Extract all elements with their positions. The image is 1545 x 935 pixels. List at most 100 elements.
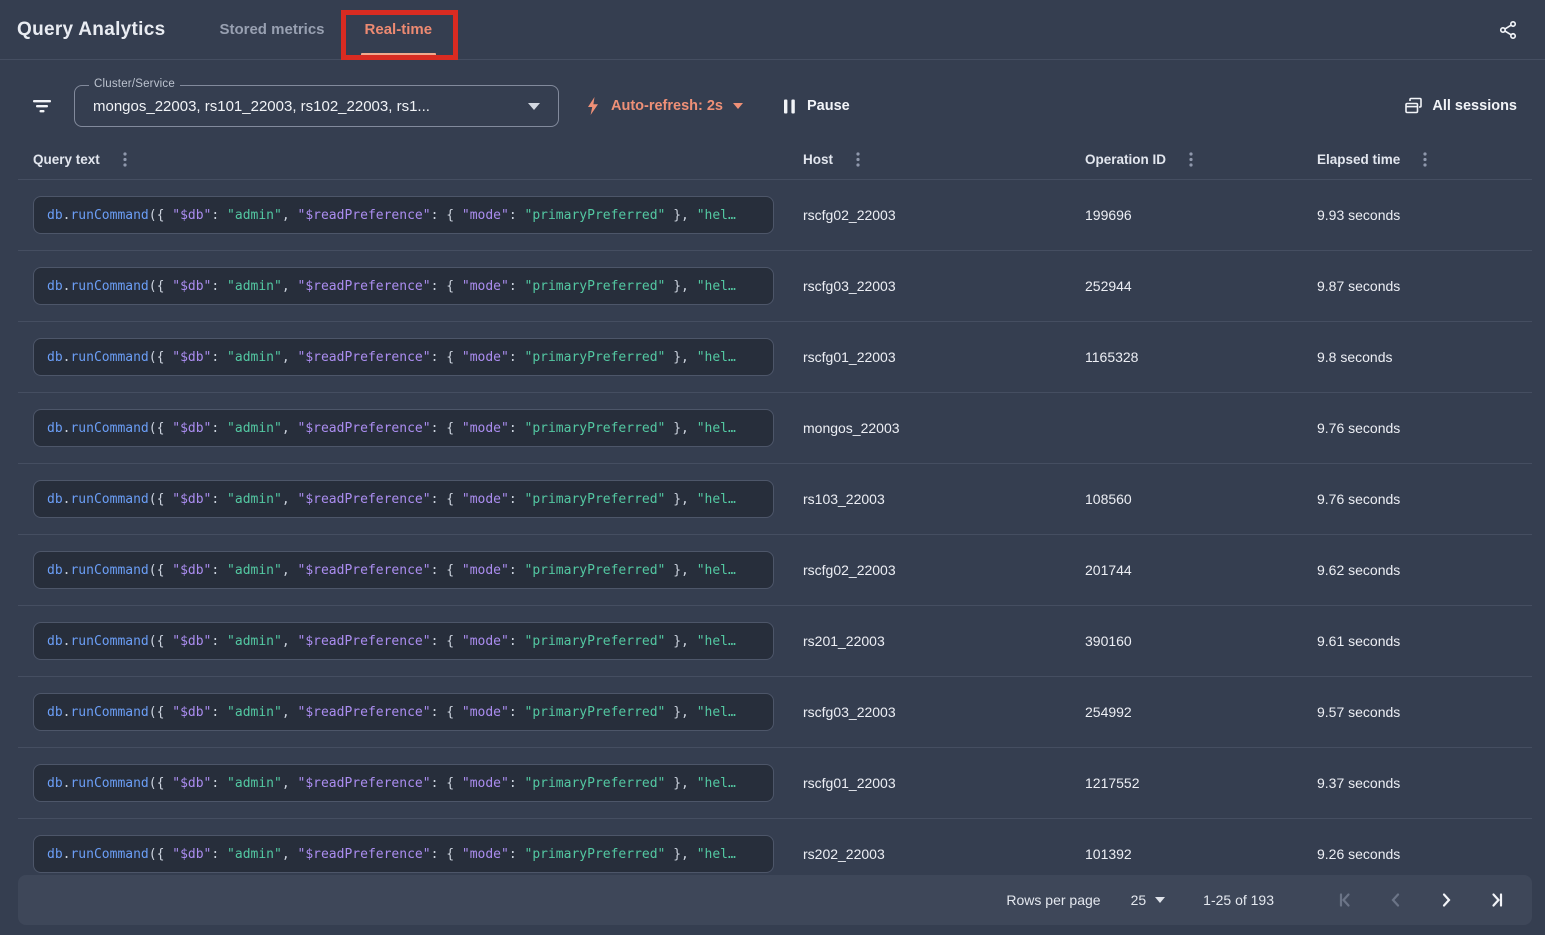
rows-per-page-select[interactable]: 25 (1131, 892, 1166, 908)
pause-button[interactable]: Pause (783, 98, 850, 114)
host-cell: mongos_22003 (803, 420, 1085, 436)
chevron-down-icon (1155, 897, 1165, 903)
query-text-cell: db.runCommand({ "$db": "admin", "$readPr… (33, 480, 803, 518)
query-code[interactable]: db.runCommand({ "$db": "admin", "$readPr… (33, 267, 774, 305)
host-cell: rscfg02_22003 (803, 562, 1085, 578)
next-page-button[interactable] (1432, 886, 1460, 914)
first-page-button[interactable] (1332, 886, 1360, 914)
query-code[interactable]: db.runCommand({ "$db": "admin", "$readPr… (33, 551, 774, 589)
code-token: "mode" (462, 634, 509, 649)
operation-id-cell: 1165328 (1085, 349, 1317, 365)
filter-button[interactable] (28, 94, 56, 118)
operation-id-cell: 252944 (1085, 278, 1317, 294)
code-token: }, (665, 421, 696, 436)
code-token: ({ (149, 563, 172, 578)
table-row[interactable]: db.runCommand({ "$db": "admin", "$readPr… (18, 251, 1532, 322)
query-code[interactable]: db.runCommand({ "$db": "admin", "$readPr… (33, 622, 774, 660)
table-row[interactable]: db.runCommand({ "$db": "admin", "$readPr… (18, 464, 1532, 535)
prev-page-button[interactable] (1382, 886, 1410, 914)
code-token: "$db" (172, 634, 211, 649)
code-token: : (509, 208, 525, 223)
column-menu-icon (856, 152, 860, 167)
table-row[interactable]: db.runCommand({ "$db": "admin", "$readPr… (18, 393, 1532, 464)
query-code[interactable]: db.runCommand({ "$db": "admin", "$readPr… (33, 764, 774, 802)
code-token: "$readPreference" (298, 421, 431, 436)
elapsed-cell: 9.62 seconds (1317, 562, 1532, 578)
code-token: ({ (149, 776, 172, 791)
query-code[interactable]: db.runCommand({ "$db": "admin", "$readPr… (33, 835, 774, 873)
table-row[interactable]: db.runCommand({ "$db": "admin", "$readPr… (18, 606, 1532, 677)
query-text-cell: db.runCommand({ "$db": "admin", "$readPr… (33, 338, 803, 376)
code-token: , (282, 634, 298, 649)
code-token: ({ (149, 350, 172, 365)
query-text-cell: db.runCommand({ "$db": "admin", "$readPr… (33, 409, 803, 447)
code-token: : { (431, 350, 462, 365)
column-menu-button[interactable] (1187, 150, 1195, 169)
elapsed-cell: 9.61 seconds (1317, 633, 1532, 649)
column-menu-button[interactable] (854, 150, 862, 169)
column-menu-button[interactable] (121, 150, 129, 169)
last-page-button[interactable] (1482, 886, 1510, 914)
tab-stored-metrics[interactable]: Stored metrics (202, 0, 348, 59)
code-token: runCommand (70, 634, 148, 649)
query-code[interactable]: db.runCommand({ "$db": "admin", "$readPr… (33, 196, 774, 234)
code-token: . (63, 847, 71, 862)
table-row[interactable]: db.runCommand({ "$db": "admin", "$readPr… (18, 535, 1532, 606)
code-token: . (63, 634, 71, 649)
code-token: "primaryPreferred" (525, 208, 666, 223)
column-header-host: Host (803, 150, 1085, 169)
code-token: : { (431, 279, 462, 294)
code-token: . (63, 776, 71, 791)
code-token: ({ (149, 705, 172, 720)
query-code[interactable]: db.runCommand({ "$db": "admin", "$readPr… (33, 480, 774, 518)
auto-refresh-label: Auto-refresh: 2s (611, 98, 723, 114)
code-token: : { (431, 776, 462, 791)
code-token: "$db" (172, 208, 211, 223)
elapsed-cell: 9.37 seconds (1317, 775, 1532, 791)
table-row[interactable]: db.runCommand({ "$db": "admin", "$readPr… (18, 180, 1532, 251)
code-token: "$readPreference" (298, 847, 431, 862)
rows-per-page-value: 25 (1131, 892, 1147, 908)
elapsed-cell: 9.26 seconds (1317, 846, 1532, 862)
cluster-service-label: Cluster/Service (89, 78, 180, 90)
query-code[interactable]: db.runCommand({ "$db": "admin", "$readPr… (33, 693, 774, 731)
code-token: : (509, 279, 525, 294)
code-token: , (282, 279, 298, 294)
code-token: db (47, 208, 63, 223)
query-code[interactable]: db.runCommand({ "$db": "admin", "$readPr… (33, 338, 774, 376)
code-token: "$readPreference" (298, 776, 431, 791)
cluster-service-select[interactable]: Cluster/Service mongos_22003, rs101_2200… (74, 85, 559, 127)
rows-per-page-label: Rows per page (1006, 892, 1100, 908)
code-token: : (211, 208, 227, 223)
column-menu-icon (1189, 152, 1193, 167)
table-row[interactable]: db.runCommand({ "$db": "admin", "$readPr… (18, 322, 1532, 393)
query-code[interactable]: db.runCommand({ "$db": "admin", "$readPr… (33, 409, 774, 447)
all-sessions-button[interactable]: All sessions (1404, 97, 1517, 115)
chevron-down-icon (528, 103, 540, 110)
query-text-cell: db.runCommand({ "$db": "admin", "$readPr… (33, 622, 803, 660)
code-token: }, (665, 208, 696, 223)
table-row[interactable]: db.runCommand({ "$db": "admin", "$readPr… (18, 677, 1532, 748)
code-token: , (282, 350, 298, 365)
code-token: "admin" (227, 421, 282, 436)
code-token: "admin" (227, 563, 282, 578)
auto-refresh-button[interactable]: Auto-refresh: 2s (585, 96, 743, 116)
column-menu-button[interactable] (1421, 150, 1429, 169)
code-token: "mode" (462, 208, 509, 223)
operation-id-cell: 101392 (1085, 846, 1317, 862)
table-row[interactable]: db.runCommand({ "$db": "admin", "$readPr… (18, 748, 1532, 819)
code-token: . (63, 208, 71, 223)
pagination-range-label: 1-25 of 193 (1203, 892, 1274, 908)
all-sessions-icon (1404, 97, 1423, 115)
code-token: : (509, 776, 525, 791)
column-header-query-text: Query text (33, 150, 803, 169)
code-token: "mode" (462, 421, 509, 436)
operation-id-cell: 1217552 (1085, 775, 1317, 791)
code-token: : { (431, 705, 462, 720)
share-button[interactable] (1493, 15, 1523, 45)
code-token: : { (431, 421, 462, 436)
host-cell: rs103_22003 (803, 491, 1085, 507)
pager-controls (1310, 886, 1510, 914)
tab-real-time[interactable]: Real-time (349, 0, 449, 59)
column-menu-icon (123, 152, 127, 167)
